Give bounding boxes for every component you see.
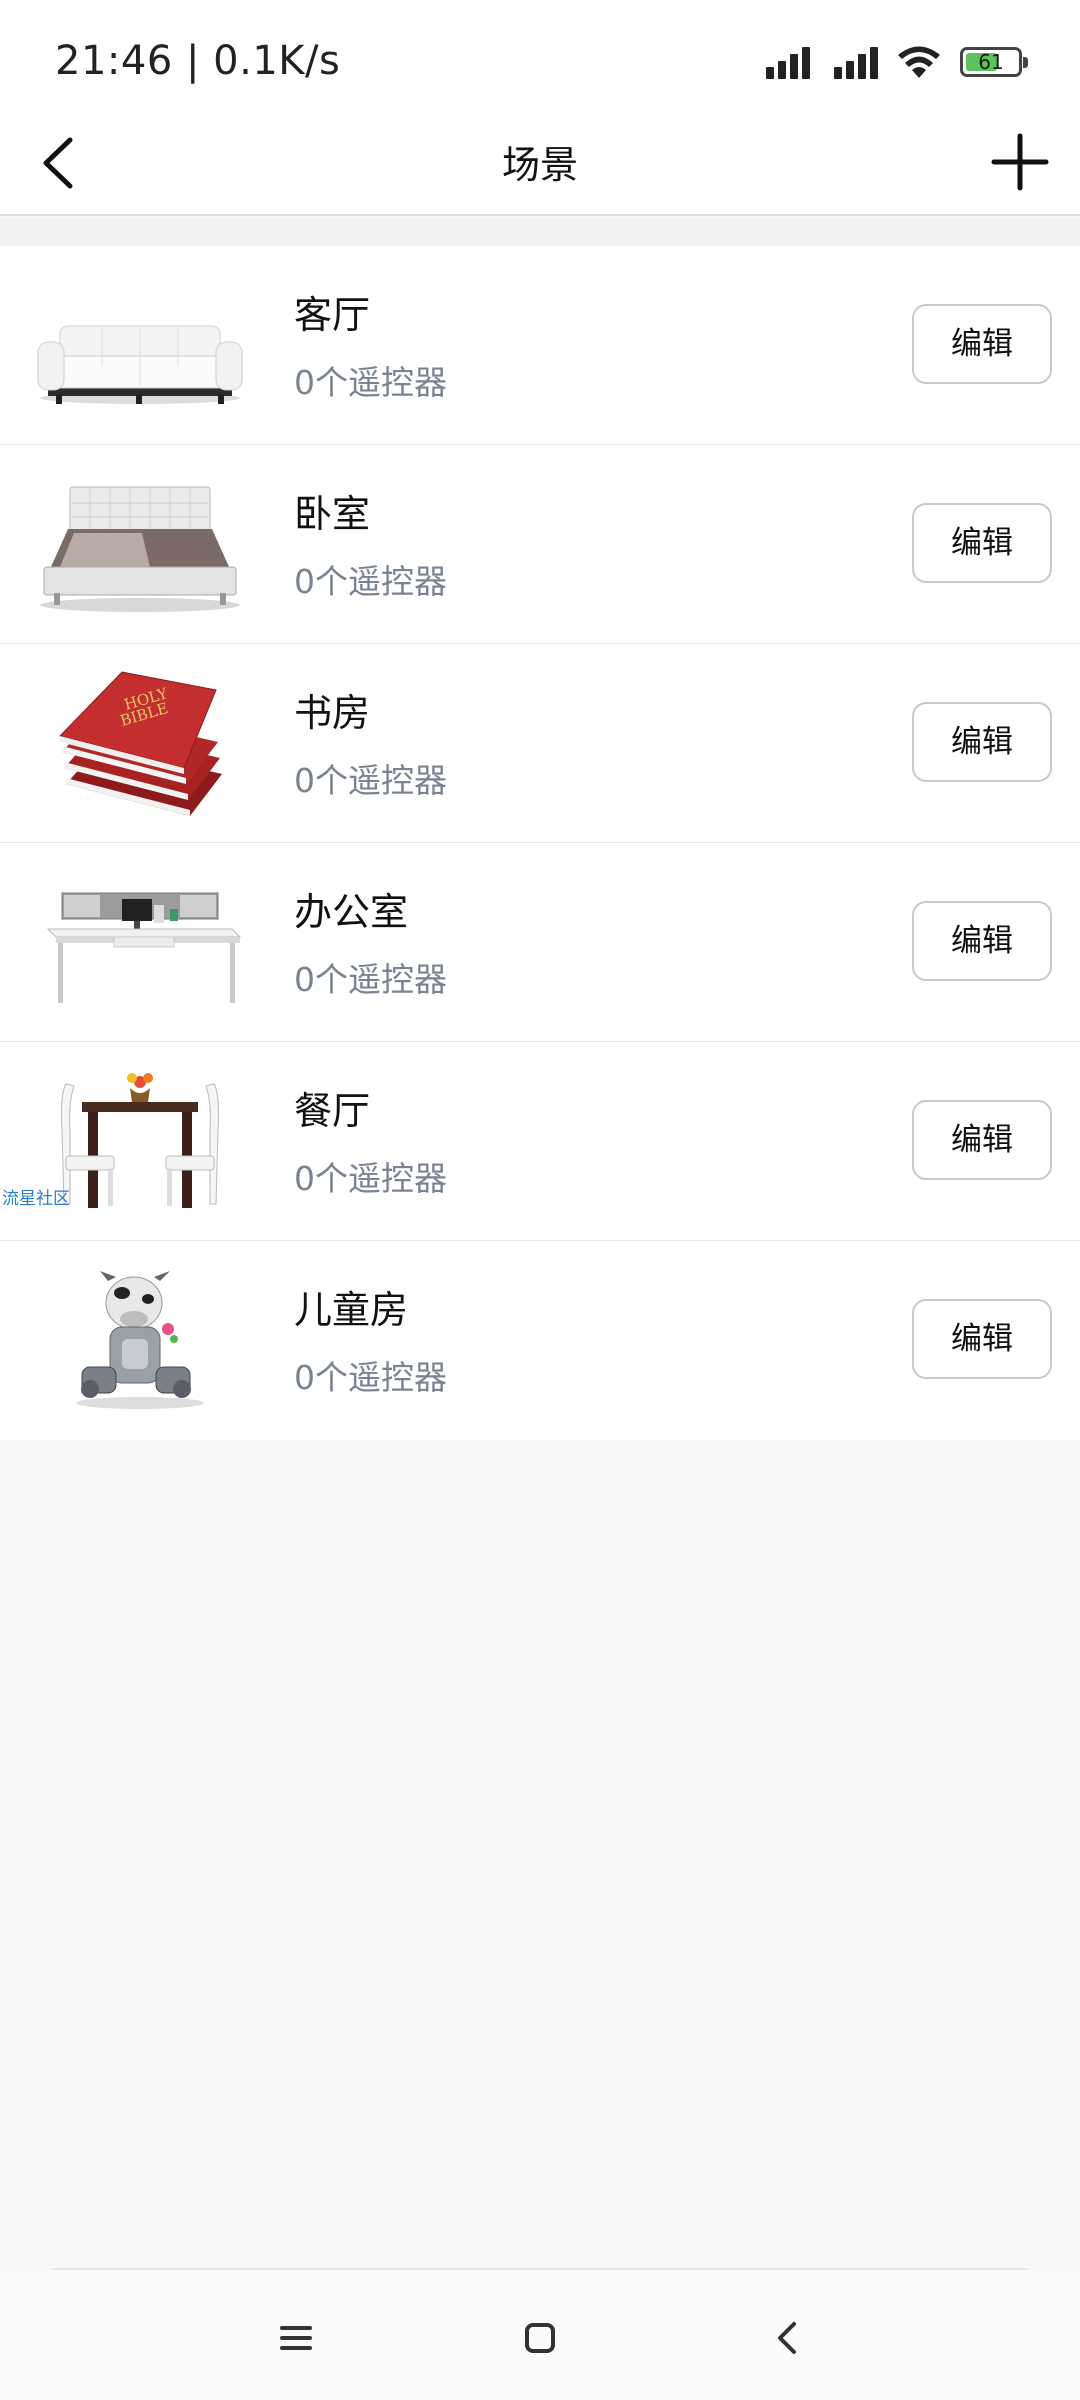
desk-image [30, 865, 250, 1020]
signal-icon [834, 47, 878, 79]
scene-item[interactable]: 卧室 0个遥控器 编辑 [0, 445, 1080, 644]
screen: 21:46 | 0.1K/s 61 场景 客厅 0个遥控器 编辑 卧室 0个遥控… [0, 0, 1080, 2400]
sofa-image [30, 268, 250, 423]
remote-count: 0个遥控器 [294, 1159, 447, 1198]
signal-icon [766, 47, 810, 79]
remote-count: 0个遥控器 [294, 761, 447, 800]
scene-item[interactable]: HOLY BIBLE 书房 0个遥控器 编辑 [0, 644, 1080, 843]
add-scene-button[interactable] [982, 124, 1058, 200]
remote-count: 0个遥控器 [294, 363, 447, 402]
remote-count: 0个遥控器 [294, 1358, 447, 1397]
wifi-icon [898, 46, 940, 78]
home-square-icon [525, 2323, 555, 2353]
remote-count: 0个遥控器 [294, 562, 447, 601]
page-title: 场景 [501, 143, 578, 187]
books-image: HOLY BIBLE [30, 666, 250, 821]
menu-button[interactable] [266, 2308, 326, 2368]
edit-button[interactable]: 编辑 [912, 503, 1052, 583]
system-back-button[interactable] [758, 2308, 818, 2368]
plus-icon [991, 133, 1049, 191]
scene-name: 卧室 [294, 492, 371, 536]
watermark: 流星社区 [2, 1189, 70, 1209]
menu-icon [280, 2326, 312, 2350]
back-triangle-icon [778, 2322, 796, 2354]
scene-name: 客厅 [294, 293, 371, 337]
scene-item[interactable]: 客厅 0个遥控器 编辑 [0, 246, 1080, 445]
battery-level: 61 [978, 50, 1004, 74]
battery-icon: 61 [960, 47, 1028, 77]
home-button[interactable] [510, 2308, 570, 2368]
toy-robot-image [30, 1263, 250, 1418]
edit-button[interactable]: 编辑 [912, 1100, 1052, 1180]
scene-list: 客厅 0个遥控器 编辑 卧室 0个遥控器 编辑 HOLY BIBLE 书房 0个… [0, 246, 1080, 1440]
edit-button[interactable]: 编辑 [912, 1299, 1052, 1379]
edit-button[interactable]: 编辑 [912, 304, 1052, 384]
status-icons: 61 [766, 42, 1028, 82]
header: 场景 [0, 110, 1080, 216]
system-nav-bar [0, 2270, 1080, 2400]
edit-button[interactable]: 编辑 [912, 901, 1052, 981]
scene-name: 餐厅 [294, 1089, 371, 1133]
scene-item[interactable]: 办公室 0个遥控器 编辑 [0, 843, 1080, 1042]
list-top-spacer [0, 218, 1080, 246]
status-bar: 21:46 | 0.1K/s 61 [0, 0, 1080, 110]
scene-name: 书房 [294, 691, 371, 735]
scene-item[interactable]: 流星社区 餐厅 0个遥控器 编辑 [0, 1042, 1080, 1241]
remote-count: 0个遥控器 [294, 960, 447, 999]
edit-button[interactable]: 编辑 [912, 702, 1052, 782]
scene-name: 办公室 [294, 890, 409, 934]
bed-image [30, 467, 250, 622]
status-time: 21:46 | 0.1K/s [55, 38, 341, 84]
scene-name: 儿童房 [294, 1288, 409, 1332]
scene-item[interactable]: 儿童房 0个遥控器 编辑 [0, 1241, 1080, 1440]
